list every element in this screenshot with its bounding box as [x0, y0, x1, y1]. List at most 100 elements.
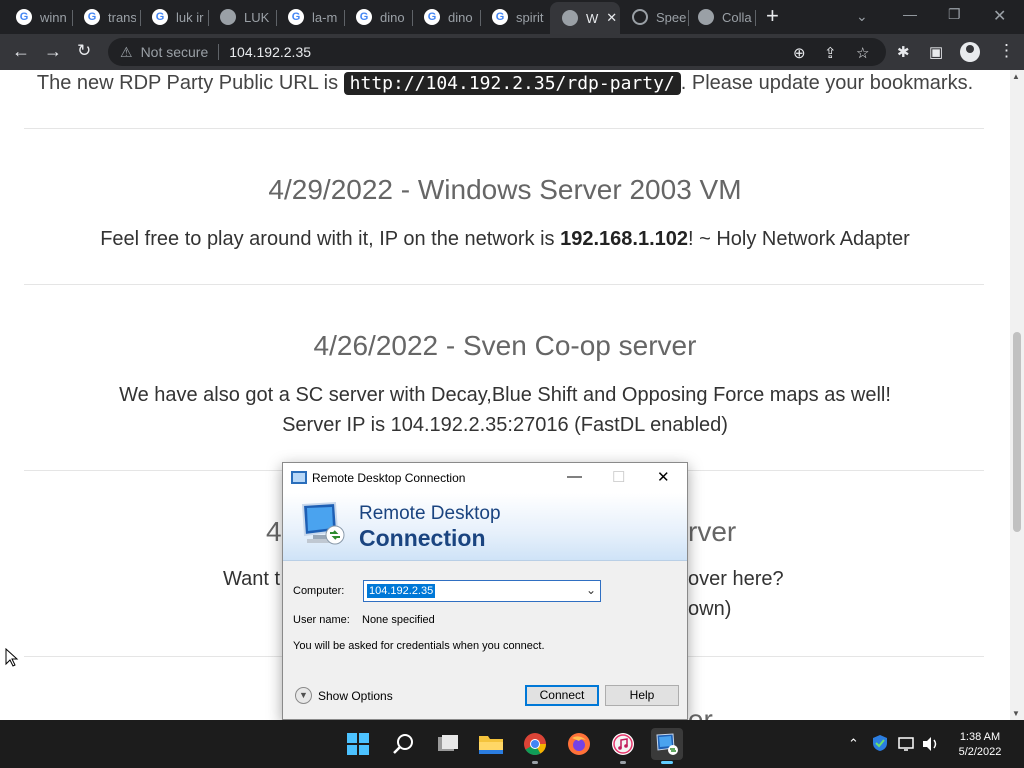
close-window-icon[interactable]: ✕	[993, 6, 1006, 26]
browser-tab[interactable]: G dino	[410, 4, 476, 30]
computer-value[interactable]: 104.192.2.35	[367, 584, 436, 598]
url-text[interactable]: 104.192.2.35	[229, 44, 311, 60]
security-shield-icon[interactable]	[872, 734, 888, 755]
share-icon[interactable]: ⇪	[824, 44, 837, 62]
windows-start-icon[interactable]	[342, 728, 374, 760]
google-icon: G	[152, 9, 168, 25]
globe-icon	[220, 9, 236, 25]
browser-tab[interactable]: G winn	[2, 4, 68, 30]
show-options-toggle[interactable]: ▼ Show Options	[295, 687, 393, 704]
side-panel-icon[interactable]: ▣	[929, 43, 943, 61]
post-body-fragment: own)	[688, 598, 732, 620]
browser-tab[interactable]: G la-m	[274, 4, 340, 30]
connect-button[interactable]: Connect	[525, 685, 599, 706]
tab-label: winn	[40, 9, 67, 25]
network-icon[interactable]	[898, 736, 916, 755]
tab-label: trans	[108, 9, 136, 25]
credentials-note: You will be asked for credentials when y…	[293, 640, 545, 652]
address-bar[interactable]: ⚠ Not secure 104.192.2.35 ⊕ ⇪ ☆	[108, 38, 886, 66]
announcement-suffix: . Please update your bookmarks.	[680, 72, 974, 94]
menu-icon[interactable]: ⋮	[998, 41, 1015, 61]
close-tab-icon[interactable]: ✕	[606, 10, 617, 26]
browser-tab[interactable]: Spee	[618, 4, 686, 30]
post-title: 4/26/2022 - Sven Co-op server	[313, 330, 697, 361]
remote-desktop-icon[interactable]	[651, 728, 683, 764]
post-body-fragment: over here?	[688, 568, 784, 590]
tab-label: dino	[380, 9, 405, 25]
profile-avatar[interactable]	[960, 42, 980, 62]
scroll-thumb[interactable]	[1013, 332, 1021, 532]
divider	[24, 284, 984, 285]
browser-tab[interactable]: LUK I	[206, 4, 272, 30]
extensions-icon[interactable]: ✱	[897, 43, 910, 61]
post-ip: 192.168.1.102	[560, 228, 688, 250]
show-options-label[interactable]: Show Options	[318, 689, 393, 703]
itunes-icon[interactable]	[607, 728, 639, 764]
zoom-icon[interactable]: ⊕	[793, 44, 806, 62]
divider	[24, 128, 984, 129]
tab-search-icon[interactable]: ⌄	[856, 8, 868, 25]
reload-icon[interactable]: ↻	[77, 42, 91, 60]
remote-desktop-icon	[291, 471, 307, 484]
new-tab-button[interactable]: +	[766, 4, 779, 28]
warning-icon[interactable]: ⚠	[120, 44, 133, 61]
volume-icon[interactable]	[922, 736, 940, 755]
google-icon: G	[492, 9, 508, 25]
system-clock[interactable]: 1:38 AM 5/2/2022	[940, 730, 1020, 760]
rdp-maximize-icon: ☐	[612, 469, 626, 486]
tab-label: Colla	[722, 9, 752, 25]
chevron-down-icon[interactable]: ⌄	[586, 583, 596, 597]
taskbar: ⌃ 1:38 AM 5/2/2022	[0, 720, 1024, 768]
security-label[interactable]: Not secure	[141, 44, 209, 60]
browser-tab[interactable]: G dino	[342, 4, 408, 30]
back-icon[interactable]: ←	[12, 42, 30, 60]
help-button[interactable]: Help	[605, 685, 679, 706]
rdp-dialog: Remote Desktop Connection — ☐ ✕ Remote D…	[282, 462, 688, 720]
browser-tab-active[interactable]: W ✕	[550, 2, 620, 34]
globe-icon	[562, 10, 578, 26]
tab-label: dino	[448, 9, 473, 25]
tab-label: W	[586, 10, 599, 26]
restore-icon[interactable]: ❐	[948, 6, 961, 23]
browser-tab[interactable]: Colla	[684, 4, 752, 30]
clock-time: 1:38 AM	[959, 731, 1001, 743]
announcement: The new RDP Party Public URL is http://1…	[0, 72, 1010, 95]
browser-tab[interactable]: G luk ir	[138, 4, 204, 30]
post-title-fragment: rver	[688, 516, 737, 547]
active-indicator	[661, 761, 673, 764]
username-value: None specified	[362, 614, 435, 626]
clock-date: 5/2/2022	[958, 746, 1002, 758]
task-view-icon[interactable]	[432, 728, 464, 760]
forward-icon[interactable]: →	[44, 42, 62, 60]
firefox-icon[interactable]	[563, 728, 595, 760]
rdp-close-icon[interactable]: ✕	[657, 468, 670, 486]
rdp-minimize-icon[interactable]: —	[567, 468, 582, 485]
mouse-cursor-icon	[5, 648, 19, 667]
browser-tab[interactable]: G spirit	[478, 4, 548, 30]
rdp-titlebar[interactable]: Remote Desktop Connection — ☐ ✕	[283, 463, 687, 493]
tab-label: LUK I	[244, 9, 272, 25]
post-body-fragment: Want t	[223, 568, 281, 590]
rdp-monitor-icon	[301, 501, 345, 545]
minimize-icon[interactable]: —	[903, 6, 917, 22]
chrome-icon[interactable]	[519, 728, 551, 764]
browser-tab[interactable]: G trans	[70, 4, 136, 30]
scroll-up-icon[interactable]: ▲	[1012, 72, 1020, 81]
google-icon: G	[16, 9, 32, 25]
google-icon: G	[84, 9, 100, 25]
computer-combobox[interactable]: 104.192.2.35 ⌄	[363, 580, 601, 602]
public-url-code: http://104.192.2.35/rdp-party/	[343, 72, 681, 95]
google-icon: G	[424, 9, 440, 25]
bookmark-star-icon[interactable]: ☆	[856, 44, 869, 62]
page-scrollbar[interactable]: ▲ ▼	[1010, 70, 1024, 720]
post-title-fragment: 4	[266, 516, 282, 547]
file-explorer-icon[interactable]	[475, 728, 507, 760]
search-icon[interactable]	[387, 728, 419, 760]
post-title: 4/29/2022 - Windows Server 2003 VM	[268, 174, 742, 205]
globe-icon	[698, 9, 714, 25]
scroll-down-icon[interactable]: ▼	[1012, 709, 1020, 718]
chevron-up-icon[interactable]: ⌃	[848, 736, 859, 752]
expand-chevron-icon[interactable]: ▼	[295, 687, 312, 704]
announcement-prefix: The new RDP Party Public URL is	[36, 72, 344, 94]
tab-strip: G winn G trans G luk ir LUK I G la-m G d…	[0, 0, 1024, 34]
